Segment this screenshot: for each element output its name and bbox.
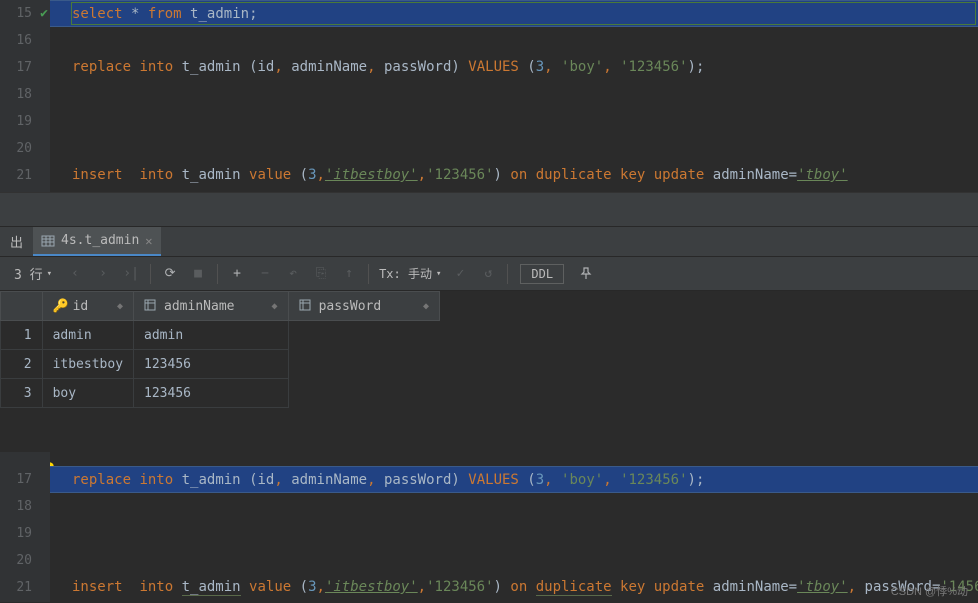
pane-divider[interactable] (0, 192, 978, 227)
results-table: 🔑id◆ adminName◆ passWord◆ 1 1 admin admi… (0, 291, 440, 408)
column-icon (299, 299, 313, 313)
line-number: 17 (16, 60, 32, 75)
sort-icon: ◆ (272, 301, 278, 312)
prev-page-button[interactable]: ‹ (62, 261, 88, 287)
col-header-adminname[interactable]: adminName◆ (134, 292, 289, 321)
code-line-17[interactable]: replace into t_admin (id, adminName, pas… (50, 54, 978, 81)
pin-button[interactable] (572, 261, 598, 287)
tab-label: 4s.t_admin (61, 233, 139, 248)
row-number: 3 (1, 379, 43, 408)
tx-mode[interactable]: Tx: 手动 ▾ (375, 265, 445, 282)
reload-button[interactable]: ⟳ (157, 261, 183, 287)
rollback-button[interactable]: ↺ (475, 261, 501, 287)
submit-button[interactable]: ↑ (336, 261, 362, 287)
commit-button[interactable]: ✓ (447, 261, 473, 287)
cell-adminname[interactable]: itbestboy (42, 350, 133, 379)
cell-password[interactable]: 123456 (134, 379, 289, 408)
key-icon: 🔑 (53, 299, 67, 313)
sort-icon: ◆ (423, 301, 429, 312)
code-line-b21[interactable]: insert into t_admin value (3,'itbestboy'… (50, 574, 978, 601)
editor-bottom-overlay: 17 18 19 20 21 💡 replace into t_admin (i… (0, 452, 978, 602)
cell-adminname[interactable]: admin (42, 321, 133, 350)
table-row[interactable]: 2 2 itbestboy 123456 (1, 350, 440, 379)
code-line-15[interactable]: select * from t_admin; (50, 0, 978, 27)
gutter-top: 15 ✔ 16 17 18 19 20 21 (0, 0, 50, 192)
ddl-button[interactable]: DDL (520, 264, 564, 284)
code-line-b20[interactable] (50, 547, 978, 574)
col-header-id[interactable]: 🔑id◆ (42, 292, 133, 321)
gutter-bottom: 17 18 19 20 21 (0, 452, 50, 602)
line-number: 18 (16, 87, 32, 102)
line-number: 19 (16, 526, 32, 541)
line-number: 15 (16, 6, 32, 21)
row-number: 1 (1, 321, 43, 350)
tab-table-active[interactable]: 4s.t_admin ✕ (33, 227, 161, 256)
line-number: 21 (16, 580, 32, 595)
code-line-b18[interactable] (50, 493, 978, 520)
code-line-19[interactable] (50, 108, 978, 135)
code-top[interactable]: select * from t_admin; replace into t_ad… (50, 0, 978, 192)
cell-password[interactable]: 123456 (134, 350, 289, 379)
last-page-button[interactable]: ›| (118, 261, 144, 287)
table-row[interactable]: 1 1 admin admin (1, 321, 440, 350)
sort-icon: ◆ (117, 301, 123, 312)
rownum-header[interactable] (1, 292, 43, 321)
cell-password[interactable]: admin (134, 321, 289, 350)
row-count[interactable]: 3 行 ▾ (6, 264, 60, 283)
line-number: 17 (16, 472, 32, 487)
results-tabs: 出 4s.t_admin ✕ (0, 227, 978, 257)
line-number: 18 (16, 499, 32, 514)
close-icon[interactable]: ✕ (145, 234, 152, 248)
code-line-20[interactable] (50, 135, 978, 162)
add-row-button[interactable]: + (224, 261, 250, 287)
delete-row-button[interactable]: − (252, 261, 278, 287)
revert-button[interactable]: ↶ (280, 261, 306, 287)
editor-top: 15 ✔ 16 17 18 19 20 21 select * from t_ad… (0, 0, 978, 192)
column-icon (144, 299, 158, 313)
clone-row-button[interactable]: ⎘ (308, 261, 334, 287)
code-bottom[interactable]: 💡 replace into t_admin (id, adminName, p… (50, 452, 978, 602)
tab-output[interactable]: 出 (0, 227, 33, 256)
code-line-18[interactable] (50, 81, 978, 108)
cell-adminname[interactable]: boy (42, 379, 133, 408)
stop-button[interactable]: ■ (185, 261, 211, 287)
line-number: 21 (16, 168, 32, 183)
table-icon (41, 234, 55, 248)
checkmark-icon: ✔ (40, 0, 48, 27)
chevron-down-icon: ▾ (436, 269, 441, 279)
table-row[interactable]: 3 3 boy 123456 (1, 379, 440, 408)
next-page-button[interactable]: › (90, 261, 116, 287)
line-number: 19 (16, 114, 32, 129)
line-number: 20 (16, 553, 32, 568)
col-header-password[interactable]: passWord◆ (288, 292, 439, 321)
code-line-b19[interactable] (50, 520, 978, 547)
code-line-16[interactable] (50, 27, 978, 54)
results-toolbar: 3 行 ▾ ‹ › ›| ⟳ ■ + − ↶ ⎘ ↑ Tx: 手动 ▾ ✓ ↺ … (0, 257, 978, 291)
line-number: 16 (16, 33, 32, 48)
watermark: CSDN @悸%动 (891, 583, 968, 599)
row-number: 2 (1, 350, 43, 379)
line-number: 20 (16, 141, 32, 156)
chevron-down-icon: ▾ (47, 269, 52, 279)
code-line-21[interactable]: insert into t_admin value (3,'itbestboy'… (50, 162, 978, 189)
code-line-b17[interactable]: replace into t_admin (id, adminName, pas… (50, 466, 978, 493)
